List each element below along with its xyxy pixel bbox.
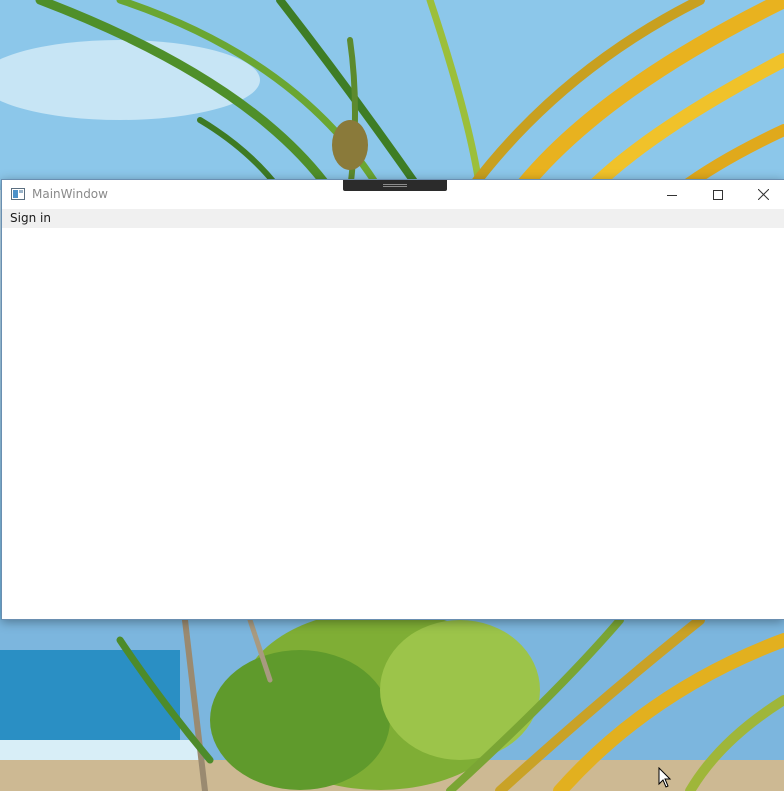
minimize-button[interactable]: [649, 180, 695, 209]
main-window[interactable]: MainWindow Sign in: [1, 179, 784, 620]
app-window-icon: [11, 188, 25, 200]
maximize-icon: [713, 189, 723, 200]
window-title: MainWindow: [32, 187, 108, 201]
minimize-icon: [667, 194, 677, 196]
menu-bar: Sign in: [2, 209, 784, 228]
maximize-button[interactable]: [695, 180, 741, 209]
drag-handle[interactable]: [343, 180, 447, 191]
mouse-cursor-icon: [658, 767, 672, 788]
close-button[interactable]: [740, 180, 784, 209]
menu-item-sign-in[interactable]: Sign in: [9, 211, 52, 225]
window-content-area: [2, 228, 784, 619]
desktop-wallpaper: MainWindow Sign in: [0, 0, 784, 791]
close-icon: [757, 189, 769, 200]
title-bar[interactable]: MainWindow: [2, 180, 784, 209]
